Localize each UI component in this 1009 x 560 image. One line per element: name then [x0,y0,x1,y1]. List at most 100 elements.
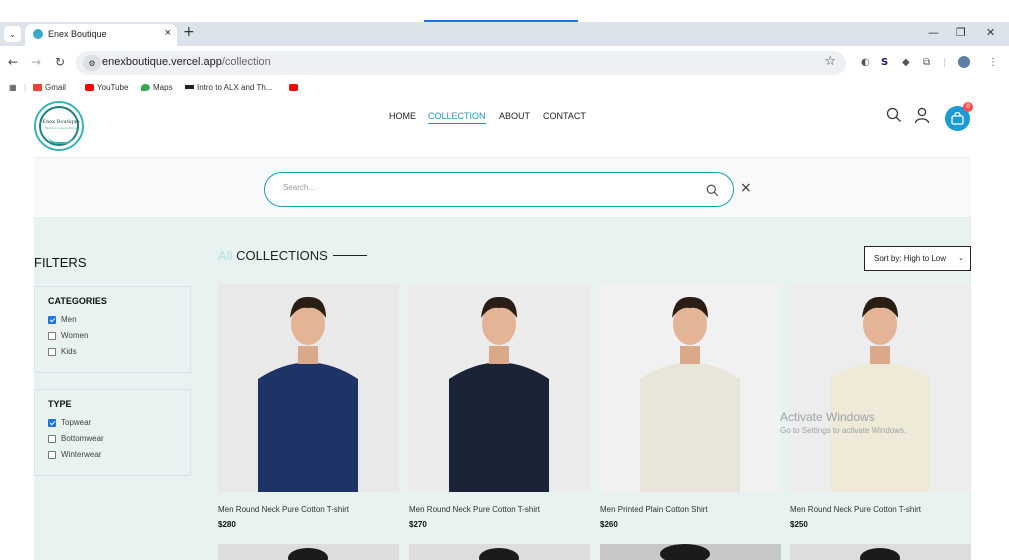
categories-title: CATEGORIES [48,296,107,306]
product-price: $250 [790,520,808,529]
browser-menu-icon[interactable]: ⋮ [988,57,998,68]
tab-title: Enex Boutique [48,29,107,39]
search-submit-icon[interactable] [706,182,719,201]
checkbox-bottomwear[interactable] [48,434,56,443]
logo-name: Enex Boutique [42,119,80,125]
shopping-bag-icon [951,112,964,125]
bookmark-maps[interactable]: Maps [141,83,173,92]
close-search-icon[interactable]: × [740,180,752,196]
chevron-down-icon: ⌄ [958,255,964,262]
checkbox-men[interactable] [48,315,56,324]
sort-select[interactable]: Sort by: High to Low ⌄ [864,246,971,271]
activate-windows-watermark: Activate Windows Go to Settings to activ… [780,410,906,435]
collection-main: FILTERS CATEGORIES Men Women Kids TYPE T… [34,218,971,560]
next-row-product-image[interactable] [600,544,781,560]
checkbox-winterwear[interactable] [48,450,56,459]
option-label: Women [61,331,89,340]
address-row: ← → ↻ ⚙ enexboutique.vercel.app/collecti… [0,46,1009,80]
apps-grid-icon[interactable]: ▦ [9,83,17,92]
option-label: Topwear [61,418,92,427]
type-title: TYPE [48,399,72,409]
product-image[interactable] [218,284,399,492]
checkbox-topwear[interactable] [48,418,56,427]
product-name[interactable]: Men Round Neck Pure Cotton T-shirt [409,505,590,514]
collection-title: All COLLECTIONS [218,248,367,263]
checkbox-women[interactable] [48,331,56,340]
product-card[interactable]: Men Round Neck Pure Cotton T-shirt $250 [790,284,971,529]
maximize-icon[interactable]: ❐ [956,26,966,39]
filter-option-women[interactable]: Women [48,331,190,340]
product-name[interactable]: Men Printed Plain Cotton Shirt [600,505,781,514]
bookmark-youtube[interactable]: YouTube [85,83,128,92]
logo-arc [48,135,74,144]
alx-icon [185,85,194,89]
option-label: Winterwear [61,450,102,459]
bookmark-star-icon[interactable]: ☆ [824,54,836,69]
site-header: Enex Boutique Fashion is everything HOME… [34,97,973,157]
model-photo [790,284,971,492]
address-bar[interactable]: ⚙ enexboutique.vercel.app/collection ☆ [76,51,846,75]
bookmark-label: Intro to ALX and Th... [197,83,273,92]
product-image[interactable] [600,284,781,492]
bookmark-label: Gmail [45,83,66,92]
title-prefix: All [218,248,233,263]
nav-about[interactable]: ABOUT [499,111,530,121]
option-label: Bottomwear [61,434,104,443]
search-icon[interactable] [886,107,902,127]
bookmark-label: Maps [153,83,173,92]
type-filter: TYPE Topwear Bottomwear Winterwear [34,389,191,476]
product-card[interactable]: Men Round Neck Pure Cotton T-shirt $280 [218,284,399,529]
forward-icon[interactable]: → [31,55,41,69]
minimize-icon[interactable]: — [928,26,939,39]
nav-home[interactable]: HOME [389,111,416,121]
product-image[interactable] [790,284,971,492]
bookmark-youtube-2[interactable] [289,83,301,92]
nav-collection[interactable]: COLLECTION [428,111,486,124]
product-name[interactable]: Men Round Neck Pure Cotton T-shirt [218,505,399,514]
watermark-title: Activate Windows [780,410,875,424]
search-input[interactable] [283,183,663,192]
url-host: enexboutique.vercel.app [102,56,222,68]
filter-option-bottomwear[interactable]: Bottomwear [48,434,190,443]
extension-icon[interactable]: ◆ [902,57,910,68]
filter-option-men[interactable]: Men [48,315,190,324]
new-tab-icon[interactable]: + [183,24,195,40]
logo-badge: Enex Boutique Fashion is everything [39,106,80,146]
youtube-icon [289,84,298,91]
close-window-icon[interactable]: ✕ [986,26,995,39]
bookmark-alx[interactable]: Intro to ALX and Th... [185,83,272,92]
filter-option-topwear[interactable]: Topwear [48,418,190,427]
url-text: enexboutique.vercel.app/collection [102,56,271,68]
site-page: Enex Boutique Fashion is everything HOME… [34,97,973,560]
next-row-product-image[interactable] [790,544,971,560]
nav-contact[interactable]: CONTACT [543,111,586,121]
translate-icon[interactable]: ◐ [861,57,870,68]
filter-option-winterwear[interactable]: Winterwear [48,450,190,459]
next-row-product-image[interactable] [218,544,399,560]
extensions-puzzle-icon[interactable]: ⧉ [923,57,930,68]
next-row-product-image[interactable] [409,544,590,560]
extension-s-icon[interactable]: S [881,57,888,68]
bookmark-gmail[interactable]: Gmail [33,83,66,92]
browser-tab[interactable]: Enex Boutique × [25,24,177,46]
product-image[interactable] [409,284,590,492]
checkbox-kids[interactable] [48,347,56,356]
filter-option-kids[interactable]: Kids [48,347,190,356]
site-info-icon[interactable]: ⚙ [83,55,101,71]
product-name[interactable]: Men Round Neck Pure Cotton T-shirt [790,505,971,514]
tab-search-icon[interactable]: ⌄ [4,26,21,42]
reload-icon[interactable]: ↻ [55,55,65,69]
sort-label: Sort by: High to Low [874,254,947,263]
site-logo[interactable]: Enex Boutique Fashion is everything [34,101,84,151]
back-icon[interactable]: ← [8,55,18,69]
product-card[interactable]: Men Round Neck Pure Cotton T-shirt $270 [409,284,590,529]
product-price: $260 [600,520,618,529]
screen-top-strip [0,0,1009,22]
product-card[interactable]: Men Printed Plain Cotton Shirt $260 [600,284,781,529]
model-photo [409,284,590,492]
bookmark-label: YouTube [97,83,129,92]
cart-button[interactable]: 0 [945,102,973,131]
user-icon[interactable] [914,107,930,128]
profile-avatar[interactable] [958,56,970,68]
close-tab-icon[interactable]: × [165,27,171,39]
